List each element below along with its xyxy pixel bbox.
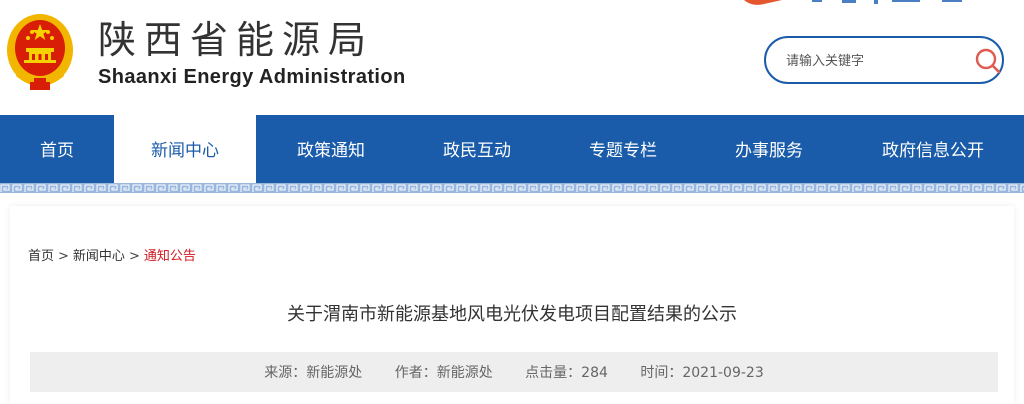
header-decoration (744, 0, 962, 5)
search-input[interactable] (786, 50, 956, 72)
nav-item-policy-notices[interactable]: 政策通知 (260, 115, 402, 185)
nav-item-news-center[interactable]: 新闻中心 (114, 115, 256, 185)
nav-item-services[interactable]: 办事服务 (696, 115, 842, 185)
breadcrumb: 首页 > 新闻中心 > 通知公告 (28, 245, 196, 264)
article-title: 关于渭南市新能源基地风电光伏发电项目配置结果的公示 (287, 304, 737, 325)
breadcrumb-item-notices[interactable]: 通知公告 (144, 245, 196, 264)
nav-item-home[interactable]: 首页 (0, 115, 114, 185)
nav-pattern-border (0, 183, 1024, 193)
meta-author-value: 新能源处 (436, 365, 493, 381)
site-title-cn: 陕西省能源局 (98, 18, 375, 62)
site-header: 陕西省能源局 Shaanxi Energy Administration (0, 0, 1024, 115)
meta-author-label: 作者： (394, 365, 437, 381)
meta-author: 作者：新能源处 (395, 352, 493, 394)
search-icon[interactable] (973, 46, 1003, 76)
meta-time-label: 时间： (640, 365, 683, 381)
meta-time-value: 2021-09-23 (682, 365, 764, 381)
meta-time: 时间：2021-09-23 (640, 352, 763, 394)
meta-clicks-label: 点击量： (525, 365, 582, 381)
breadcrumb-item-home[interactable]: 首页 (28, 245, 54, 264)
nav-item-special-topics[interactable]: 专题专栏 (550, 115, 696, 185)
nav-item-gov-info[interactable]: 政府信息公开 (842, 115, 1024, 185)
nav-item-public-interaction[interactable]: 政民互动 (404, 115, 550, 185)
meta-source: 来源：新能源处 (264, 352, 362, 394)
breadcrumb-separator: > (58, 249, 69, 264)
article-meta-bar: 来源：新能源处 作者：新能源处 点击量：284 时间：2021-09-23 (30, 352, 998, 392)
site-title-en: Shaanxi Energy Administration (98, 66, 406, 88)
meta-source-label: 来源： (264, 365, 307, 381)
national-emblem-icon (7, 14, 73, 90)
meta-clicks-value: 284 (581, 365, 608, 381)
breadcrumb-separator: > (128, 249, 140, 264)
search-box (764, 36, 1004, 84)
breadcrumb-item-news-center[interactable]: 新闻中心 (73, 245, 125, 264)
main-nav: 首页 新闻中心 政策通知 政民互动 专题专栏 办事服务 政府信息公开 (0, 115, 1024, 185)
meta-clicks: 点击量：284 (525, 352, 608, 394)
meta-source-value: 新能源处 (306, 365, 363, 381)
